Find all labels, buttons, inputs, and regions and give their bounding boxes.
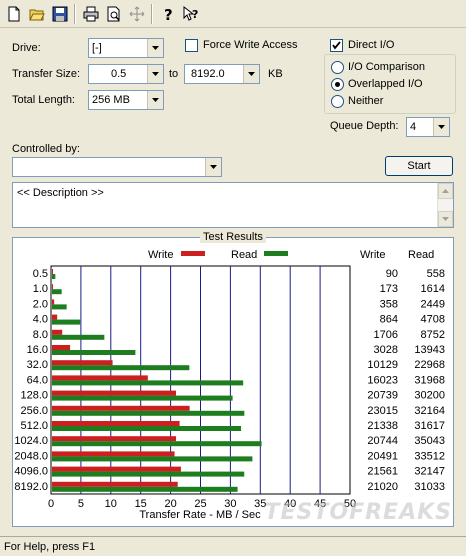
write-value: 90: [386, 268, 398, 280]
y-tick-label: 2048.0: [14, 450, 48, 462]
y-tick-label: 128.0: [20, 390, 48, 402]
write-bar: [52, 481, 178, 487]
write-bar: [52, 375, 148, 381]
read-value: 2449: [421, 298, 445, 310]
write-bar: [52, 269, 53, 274]
read-bar: [52, 319, 81, 325]
write-bar: [52, 436, 177, 442]
legend-write-swatch: [181, 251, 205, 256]
write-value: 173: [380, 283, 398, 295]
write-bar: [52, 360, 113, 366]
read-value: 558: [427, 268, 445, 280]
write-bar: [52, 329, 63, 335]
read-value: 31617: [414, 420, 445, 432]
read-column-header: Read: [408, 249, 434, 261]
y-tick-label: 1024.0: [14, 435, 48, 447]
write-value: 1706: [374, 329, 398, 341]
write-column-header: Write: [360, 249, 385, 261]
read-value: 22968: [414, 359, 445, 371]
chart-y-labels: 0.5 1.0 2.0 4.0 8.0 16.0 32.0 64.0 128.0 256.0 512…: [14, 268, 48, 493]
y-tick-label: 0.5: [33, 268, 48, 280]
legend-read-label: Read: [231, 249, 257, 261]
write-value: 20744: [367, 435, 398, 447]
y-tick-label: 1.0: [33, 283, 48, 295]
chart-value-table: 90 558 173 1614 358 2449 864 4708 1706 8752 3028 13…: [367, 268, 445, 493]
read-bar: [52, 441, 262, 447]
write-bar: [52, 314, 58, 320]
status-text: For Help, press F1: [4, 541, 96, 553]
read-bar: [52, 395, 233, 401]
write-bar: [52, 405, 190, 411]
write-value: 21338: [367, 420, 398, 432]
y-tick-label: 256.0: [20, 405, 48, 417]
y-tick-label: 4096.0: [14, 466, 48, 478]
read-value: 8752: [421, 329, 445, 341]
read-bar: [52, 365, 190, 371]
x-tick-label: 5: [78, 498, 84, 510]
write-value: 23015: [367, 405, 398, 417]
write-bar: [52, 390, 177, 396]
write-bar: [52, 345, 71, 350]
read-bar: [52, 456, 253, 462]
read-value: 32164: [414, 405, 445, 417]
read-bar: [52, 410, 245, 416]
read-bar: [52, 304, 67, 310]
read-bar: [52, 350, 136, 355]
y-tick-label: 8.0: [33, 329, 48, 341]
read-value: 32147: [414, 466, 445, 478]
y-tick-label: 64.0: [27, 374, 48, 386]
x-axis-label: Transfer Rate - MB / Sec: [139, 509, 261, 521]
write-value: 864: [380, 314, 398, 326]
watermark-logo: TESTOFREAKS: [264, 500, 452, 525]
read-bar: [52, 289, 62, 295]
read-value: 4708: [421, 314, 445, 326]
chart-legend: Write Read: [148, 249, 288, 261]
read-value: 35043: [414, 435, 445, 447]
read-value: 13943: [414, 344, 445, 356]
write-value: 21561: [367, 466, 398, 478]
write-value: 20739: [367, 390, 398, 402]
read-value: 33512: [414, 450, 445, 462]
write-bar: [52, 299, 55, 305]
write-value: 3028: [374, 344, 398, 356]
read-bar: [52, 334, 105, 340]
status-bar: For Help, press F1: [0, 536, 466, 556]
y-tick-label: 2.0: [33, 298, 48, 310]
read-bar: [52, 426, 242, 431]
read-value: 1614: [421, 283, 445, 295]
legend-read-swatch: [264, 251, 288, 256]
write-bar: [52, 284, 54, 290]
read-bar: [52, 486, 238, 492]
write-value: 21020: [367, 481, 398, 493]
read-bar: [52, 274, 56, 279]
read-value: 31033: [414, 481, 445, 493]
write-bar: [52, 421, 180, 426]
write-value: 10129: [367, 359, 398, 371]
write-value: 16023: [367, 374, 398, 386]
read-bar: [52, 380, 244, 386]
y-tick-label: 4.0: [33, 314, 48, 326]
x-tick-label: 0: [48, 498, 54, 510]
write-bar: [52, 466, 181, 472]
y-tick-label: 512.0: [20, 420, 48, 432]
write-value: 20491: [367, 450, 398, 462]
y-tick-label: 8192.0: [14, 481, 48, 493]
legend-write-label: Write: [148, 249, 173, 261]
read-value: 30200: [414, 390, 445, 402]
write-value: 358: [380, 298, 398, 310]
y-tick-label: 16.0: [27, 344, 48, 356]
read-bar: [52, 471, 245, 477]
y-tick-label: 32.0: [27, 359, 48, 371]
x-tick-label: 10: [105, 498, 117, 510]
read-value: 31968: [414, 374, 445, 386]
write-bar: [52, 451, 175, 457]
test-results-chart: Write Read Write Read 0.5 1.0 2.0 4.0 8.0 16.…: [14, 249, 445, 521]
